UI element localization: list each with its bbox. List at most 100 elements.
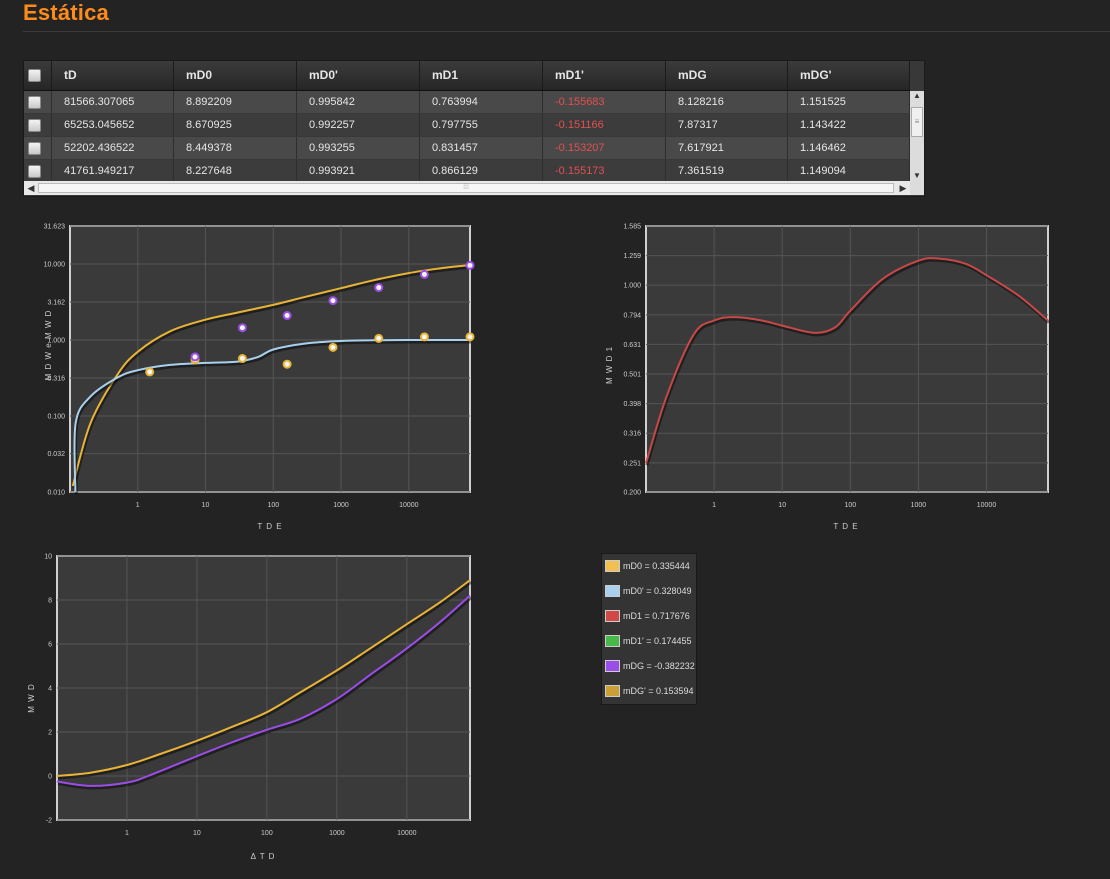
- table-cell: 7.87317: [666, 114, 788, 136]
- table-cell: -0.151166: [543, 114, 666, 136]
- x-tick-label: 10: [778, 502, 786, 509]
- plot-area: [645, 225, 1049, 493]
- data-point: [419, 332, 429, 342]
- legend-swatch: [605, 585, 620, 597]
- y-tick-label: 1.259: [623, 253, 641, 260]
- x-tick-label: 10000: [399, 502, 419, 509]
- scroll-down-arrow-icon[interactable]: ▼: [910, 171, 924, 181]
- data-point: [237, 323, 247, 333]
- table-cell: 52202.436522: [52, 137, 174, 159]
- table-row[interactable]: 52202.436522 8.449378 0.993255 0.831457 …: [24, 137, 910, 159]
- legend-item-mdg-prime[interactable]: mDG' = 0.153594: [602, 679, 696, 704]
- x-tick-label: 1000: [329, 830, 345, 837]
- legend-swatch: [605, 610, 620, 622]
- y-tick-label: -2: [46, 818, 52, 825]
- table-cell: -0.155173: [543, 160, 666, 182]
- vertical-scroll-thumb[interactable]: ≡: [911, 107, 923, 137]
- x-tick-label: 100: [844, 502, 856, 509]
- x-axis-label: T D E: [257, 522, 282, 531]
- y-tick-label: 6: [48, 642, 52, 649]
- row-checkbox[interactable]: [28, 96, 41, 109]
- column-header-md0-prime[interactable]: mD0': [297, 61, 420, 90]
- column-header-md1-prime[interactable]: mD1': [543, 61, 666, 90]
- column-header-mdg-prime[interactable]: mDG': [788, 61, 910, 90]
- row-checkbox[interactable]: [28, 119, 41, 132]
- y-axis-label: M W D 1: [605, 346, 614, 384]
- row-select-cell: [24, 91, 52, 113]
- y-tick-label: 0.251: [623, 460, 641, 467]
- data-point: [282, 359, 292, 369]
- table-cell: 8.128216: [666, 91, 788, 113]
- y-tick-label: 0.010: [47, 490, 65, 497]
- y-tick-label: 0.501: [623, 371, 641, 378]
- table-cell: 65253.045652: [52, 114, 174, 136]
- scroll-left-arrow-icon[interactable]: ◀: [24, 181, 38, 195]
- x-axis-label: Δ T D: [251, 852, 276, 861]
- legend-item-md1[interactable]: mD1 = 0.717676: [602, 604, 696, 629]
- horizontal-scrollbar[interactable]: ◀ ⁞⁞⁞ ▶: [24, 181, 910, 195]
- y-tick-label: 0.316: [623, 431, 641, 438]
- legend-item-mdg[interactable]: mDG = -0.382232: [602, 654, 696, 679]
- y-tick-label: 31.623: [44, 224, 66, 231]
- legend-label: mDG' = 0.153594: [623, 686, 694, 696]
- y-tick-label: 0.794: [623, 312, 641, 319]
- table-cell: 1.146462: [788, 137, 910, 159]
- data-point: [328, 342, 338, 352]
- table-row[interactable]: 65253.045652 8.670925 0.992257 0.797755 …: [24, 114, 910, 136]
- table-cell: 7.617921: [666, 137, 788, 159]
- legend-swatch: [605, 660, 620, 672]
- scroll-up-arrow-icon[interactable]: ▲: [910, 91, 924, 101]
- column-header-mdg[interactable]: mDG: [666, 61, 788, 90]
- chart-mwd: 1 10 100 1000 10000 -2 0 2 4 6 8 10 M W D Δ T D: [27, 554, 472, 861]
- y-tick-label: 0.032: [47, 451, 65, 458]
- legend-label: mD1 = 0.717676: [623, 611, 690, 621]
- y-tick-label: 0.631: [623, 342, 641, 349]
- table-cell: -0.155683: [543, 91, 666, 113]
- table-row[interactable]: 81566.307065 8.892209 0.995842 0.763994 …: [24, 91, 910, 113]
- column-header-td[interactable]: tD: [52, 61, 174, 90]
- legend-label: mD0' = 0.328049: [623, 586, 692, 596]
- row-checkbox[interactable]: [28, 165, 41, 178]
- x-tick-label: 10: [193, 830, 201, 837]
- table-cell: 8.892209: [174, 91, 297, 113]
- data-point: [145, 367, 155, 377]
- table-cell: 8.227648: [174, 160, 297, 182]
- table-cell: 1.151525: [788, 91, 910, 113]
- y-tick-label: 8: [48, 598, 52, 605]
- row-select-cell: [24, 137, 52, 159]
- table-row[interactable]: 41761.949217 8.227648 0.993921 0.866129 …: [24, 160, 910, 182]
- legend-swatch: [605, 635, 620, 647]
- x-tick-label: 10000: [397, 830, 417, 837]
- table-cell: 0.797755: [420, 114, 543, 136]
- row-checkbox[interactable]: [28, 142, 41, 155]
- table-cell: 81566.307065: [52, 91, 174, 113]
- x-tick-label: 100: [267, 502, 279, 509]
- scrollbar-corner: [910, 181, 924, 195]
- legend-swatch: [605, 560, 620, 572]
- legend-swatch: [605, 685, 620, 697]
- y-tick-label: 10: [44, 554, 52, 561]
- legend-item-md0[interactable]: mD0 = 0.335444: [602, 554, 696, 579]
- table-cell: 7.361519: [666, 160, 788, 182]
- table-cell: 0.866129: [420, 160, 543, 182]
- column-header-md1[interactable]: mD1: [420, 61, 543, 90]
- chart-log-log-md0: 1 10 100 1000 100000.0100.0320.1000.3161.000…: [44, 224, 475, 531]
- legend-item-md1-prime[interactable]: mD1' = 0.174455: [602, 629, 696, 654]
- select-all-checkbox[interactable]: [28, 69, 41, 82]
- column-header-md0[interactable]: mD0: [174, 61, 297, 90]
- x-tick-label: 100: [261, 830, 273, 837]
- y-tick-label: 0: [48, 774, 52, 781]
- y-tick-label: 0.200: [623, 490, 641, 497]
- horizontal-scroll-thumb[interactable]: ⁞⁞⁞: [38, 183, 894, 193]
- y-tick-label: 1.000: [623, 283, 641, 290]
- grid-header: tD mD0 mD0' mD1 mD1' mDG mDG': [24, 61, 910, 91]
- legend-item-md0-prime[interactable]: mD0' = 0.328049: [602, 579, 696, 604]
- scroll-right-arrow-icon[interactable]: ▶: [896, 181, 910, 195]
- vertical-scrollbar[interactable]: ▲ ≡ ▼: [910, 91, 924, 181]
- legend-label: mD1' = 0.174455: [623, 636, 692, 646]
- y-tick-label: 0.398: [623, 401, 641, 408]
- data-point: [419, 269, 429, 279]
- data-grid: tD mD0 mD0' mD1 mD1' mDG mDG' 81566.3070…: [23, 60, 925, 197]
- table-cell: 0.993255: [297, 137, 420, 159]
- title-divider: [23, 31, 1110, 32]
